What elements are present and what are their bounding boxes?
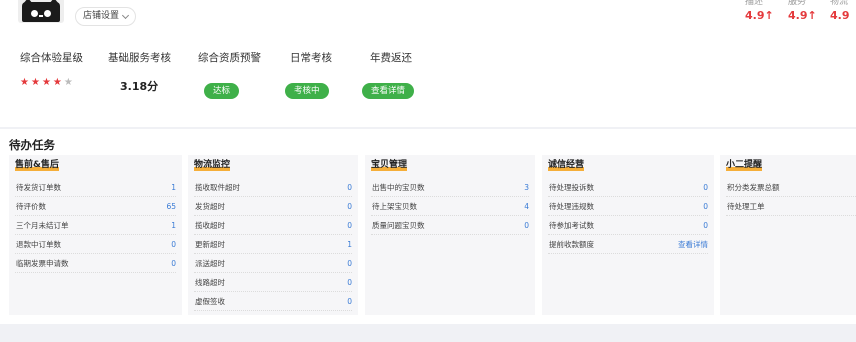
metric-label: 日常考核 bbox=[290, 52, 332, 64]
list-item[interactable]: 更新超时 1 bbox=[194, 235, 352, 254]
shop-metrics: 综合体验星级 ★ ★ ★ ★ ★ 基础服务考核 3.18分 综合资质预警 达标 … bbox=[0, 50, 430, 100]
list-item[interactable]: 提前收款额度 查看详情 bbox=[548, 235, 708, 254]
shop-logo[interactable] bbox=[18, 0, 64, 23]
metric-qualification: 综合资质预警 达标 bbox=[198, 50, 261, 99]
list-item[interactable]: 待上架宝贝数 4 bbox=[371, 197, 529, 216]
star-rating: ★ ★ ★ ★ ★ bbox=[20, 78, 73, 88]
metric-label: 年费返还 bbox=[370, 52, 412, 64]
metric-rating: 综合体验星级 ★ ★ ★ ★ ★ bbox=[20, 50, 83, 88]
list-item[interactable]: 待参加考试数 0 bbox=[548, 216, 708, 235]
list-item[interactable]: 积分类发票总额 bbox=[726, 178, 856, 197]
metric-daily: 日常考核 考核中 bbox=[285, 50, 332, 99]
tmall-cat-icon bbox=[22, 0, 60, 22]
score-label: 描述 bbox=[745, 0, 764, 7]
score-value: 4.9 bbox=[830, 9, 850, 22]
list-item[interactable]: 待发货订单数 1 bbox=[15, 178, 176, 197]
star-icon: ★ bbox=[30, 77, 40, 88]
list-item[interactable]: 待处理违规数 0 bbox=[548, 197, 708, 216]
shop-settings-label: 店铺设置 bbox=[83, 11, 120, 21]
star-empty-icon: ★ bbox=[63, 77, 73, 88]
list-item[interactable]: 待处理工单 bbox=[726, 197, 856, 216]
todo-title: 待办任务 bbox=[9, 138, 55, 152]
score-value: 4.9↑ bbox=[745, 9, 774, 22]
panel-logistics-monitor: 物流监控 揽收取件超时 0 发货超时 0 揽收超时 0 更新超时 1 派送超时 0 线路超… bbox=[188, 155, 358, 315]
todo-section: 待办任务 售前&售后 待发货订单数 1 待评价数 65 三个月未结订单 1 退款中订单… bbox=[0, 129, 856, 324]
shop-settings-dropdown[interactable]: 店铺设置 bbox=[75, 7, 137, 26]
panel-title: 诚信经营 bbox=[548, 160, 585, 171]
list-item[interactable]: 虚假签收 0 bbox=[194, 292, 352, 311]
panel-title: 售前&售后 bbox=[15, 160, 59, 171]
list-item[interactable]: 质量问题宝贝数 0 bbox=[371, 216, 529, 235]
panel-item-management: 宝贝管理 出售中的宝贝数 3 待上架宝贝数 4 质量问题宝贝数 0 bbox=[365, 155, 535, 315]
list-item[interactable]: 派送超时 0 bbox=[194, 254, 352, 273]
score-label: 物流 bbox=[830, 0, 849, 7]
star-icon: ★ bbox=[52, 77, 62, 88]
metric-annual: 年费返还 查看详情 bbox=[362, 50, 415, 99]
annual-detail-button[interactable]: 查看详情 bbox=[362, 83, 415, 99]
metric-label: 综合体验星级 bbox=[20, 52, 83, 64]
list-item[interactable]: 三个月未结订单 1 bbox=[15, 216, 176, 235]
score-value: 4.9↑ bbox=[788, 9, 817, 22]
list-item[interactable]: 出售中的宝贝数 3 bbox=[371, 178, 529, 197]
list-item[interactable]: 待评价数 65 bbox=[15, 197, 176, 216]
metric-label: 基础服务考核 bbox=[108, 52, 171, 64]
basic-service-score: 3.18分 bbox=[120, 80, 159, 93]
list-item[interactable]: 待处理投诉数 0 bbox=[548, 178, 708, 197]
list-item[interactable]: 线路超时 0 bbox=[194, 273, 352, 292]
list-item[interactable]: 揽收超时 0 bbox=[194, 216, 352, 235]
metric-label: 综合资质预警 bbox=[198, 52, 261, 64]
daily-badge[interactable]: 考核中 bbox=[285, 83, 329, 99]
star-icon: ★ bbox=[41, 77, 51, 88]
star-icon: ★ bbox=[20, 77, 29, 88]
shop-overview-card: 店铺设置 描述 4.9↑ 服务 4.9↑ 物流 4.9 综合体验星级 ★ ★ ★… bbox=[0, 0, 856, 127]
panel-staff-reminder: 小二提醒 积分类发票总额 待处理工单 bbox=[720, 155, 856, 315]
chevron-down-icon bbox=[121, 11, 130, 19]
panel-title: 小二提醒 bbox=[726, 160, 763, 171]
panel-presale-aftersale: 售前&售后 待发货订单数 1 待评价数 65 三个月未结订单 1 退款中订单数 0 临期… bbox=[9, 155, 182, 315]
list-item[interactable]: 揽收取件超时 0 bbox=[194, 178, 352, 197]
list-item[interactable]: 发货超时 0 bbox=[194, 197, 352, 216]
view-details-link[interactable]: 查看详情 bbox=[678, 239, 708, 250]
panel-integrity: 诚信经营 待处理投诉数 0 待处理违规数 0 待参加考试数 0 提前收款额度 查看详情 bbox=[542, 155, 714, 315]
list-item[interactable]: 临期发票申请数 0 bbox=[15, 254, 176, 273]
panel-title: 物流监控 bbox=[194, 160, 231, 171]
metric-basic-service: 基础服务考核 3.18分 bbox=[108, 50, 171, 93]
panel-title: 宝贝管理 bbox=[371, 160, 408, 171]
qualification-badge[interactable]: 达标 bbox=[204, 83, 240, 99]
score-label: 服务 bbox=[788, 0, 807, 7]
list-item[interactable]: 退款中订单数 0 bbox=[15, 235, 176, 254]
